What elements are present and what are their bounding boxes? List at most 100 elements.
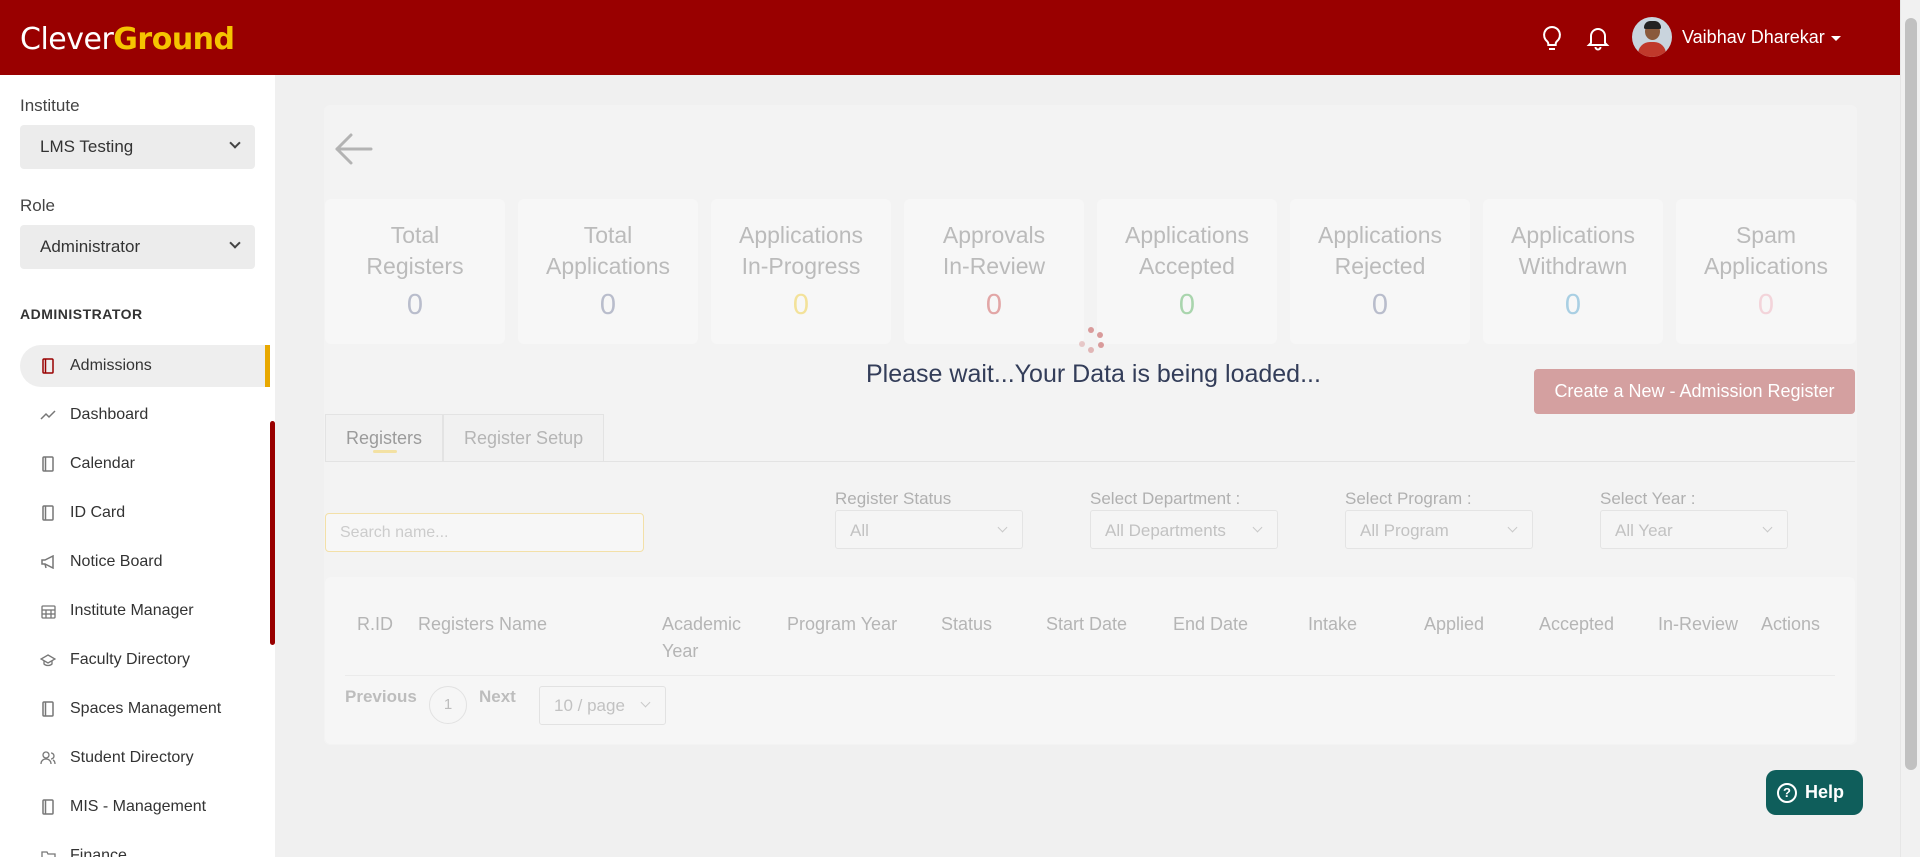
select-value: All Year — [1615, 521, 1673, 540]
tab-registers[interactable]: Registers — [325, 414, 444, 462]
sidebar-item-mis-management[interactable]: MIS - Management — [20, 786, 270, 828]
stat-title: In-Progress — [741, 253, 861, 279]
sidebar-item-finance[interactable]: Finance — [20, 835, 270, 857]
page-scrollbar[interactable] — [1900, 0, 1920, 857]
department-select[interactable]: All Departments — [1090, 510, 1278, 549]
avatar[interactable] — [1632, 17, 1672, 57]
sidebar-item-calendar[interactable]: Calendar — [20, 443, 270, 485]
select-value: 10 / page — [554, 696, 625, 715]
chevron-down-icon — [229, 137, 241, 149]
sidebar-item-id-card[interactable]: ID Card — [20, 492, 270, 534]
logo-text-clever: Clever — [20, 22, 114, 57]
column-header-applied[interactable]: Applied — [1424, 611, 1484, 638]
bell-icon[interactable] — [1584, 24, 1612, 52]
column-header-start-date[interactable]: Start Date — [1046, 611, 1127, 638]
stat-title: Withdrawn — [1518, 253, 1628, 279]
sidebar-item-label: Faculty Directory — [70, 651, 191, 668]
stat-value: 0 — [792, 289, 810, 321]
select-value: All Program — [1360, 521, 1449, 540]
pagination-next[interactable]: Next — [479, 687, 516, 707]
tab-register-setup[interactable]: Register Setup — [443, 414, 605, 462]
graduation-cap-icon — [40, 652, 56, 668]
sidebar-item-institute-manager[interactable]: Institute Manager — [20, 590, 270, 632]
user-menu[interactable]: Vaibhav Dharekar — [1632, 17, 1841, 57]
sidebar-item-faculty-directory[interactable]: Faculty Directory — [20, 639, 270, 681]
sidebar-item-student-directory[interactable]: Student Directory — [20, 737, 270, 779]
book-icon — [40, 701, 56, 717]
sidebar-item-label: Student Directory — [70, 749, 194, 766]
sidebar-item-admissions[interactable]: Admissions — [20, 345, 270, 387]
tab-label: Register Setup — [464, 428, 584, 448]
stat-card-applications-withdrawn: Applications Withdrawn 0 — [1483, 199, 1663, 344]
select-value: All — [850, 521, 869, 540]
filter-label-program: Select Program : — [1345, 489, 1472, 508]
tabs: Registers Register Setup — [325, 414, 605, 462]
stat-value: 0 — [1564, 289, 1582, 321]
help-button[interactable]: ? Help — [1766, 770, 1863, 815]
column-header-accepted[interactable]: Accepted — [1539, 611, 1614, 638]
register-status-select[interactable]: All — [835, 510, 1023, 549]
sidebar-scrollbar[interactable] — [270, 421, 275, 645]
year-select[interactable]: All Year — [1600, 510, 1788, 549]
filter-label-register-status: Register Status — [835, 489, 952, 508]
stat-card-total-applications: Total Applications 0 — [518, 199, 698, 344]
column-header-registers-name[interactable]: Registers Name — [418, 611, 547, 638]
stat-title: Accepted — [1139, 253, 1235, 279]
cleverground-logo[interactable]: CleverGround — [20, 22, 235, 57]
stat-title: Applications — [545, 253, 671, 279]
select-value: All Departments — [1105, 521, 1226, 540]
tab-active-indicator — [373, 450, 397, 453]
sidebar-item-notice-board[interactable]: Notice Board — [20, 541, 270, 583]
program-select[interactable]: All Program — [1345, 510, 1533, 549]
stat-value: 0 — [406, 289, 424, 321]
column-header-end-date[interactable]: End Date — [1173, 611, 1248, 638]
create-admission-register-button[interactable]: Create a New - Admission Register — [1534, 369, 1855, 414]
search-input[interactable] — [325, 513, 644, 552]
pagination-previous[interactable]: Previous — [345, 687, 417, 707]
chevron-down-icon — [1762, 522, 1773, 533]
column-header-rid[interactable]: R.ID — [357, 611, 393, 638]
stat-title: Total — [390, 222, 440, 248]
caret-down-icon[interactable] — [1830, 35, 1841, 41]
column-header-academic-year[interactable]: Academic Year — [662, 611, 752, 665]
stat-title: Applications — [1124, 222, 1250, 248]
logo-text-ground: Ground — [113, 22, 235, 57]
book-icon — [40, 456, 56, 472]
sidebar-item-label: Spaces Management — [70, 700, 222, 717]
pagination-page-1[interactable]: 1 — [429, 686, 467, 724]
sidebar-item-spaces-management[interactable]: Spaces Management — [20, 688, 270, 730]
stat-value: 0 — [1371, 289, 1389, 321]
page-size-select[interactable]: 10 / page — [539, 686, 666, 725]
stat-title: Spam — [1735, 222, 1797, 248]
column-header-in-review[interactable]: In-Review — [1658, 611, 1738, 638]
column-header-program-year[interactable]: Program Year — [787, 611, 897, 638]
stat-title: Applications — [1317, 222, 1443, 248]
filter-label-year: Select Year : — [1600, 489, 1696, 508]
book-icon — [40, 505, 56, 521]
book-icon — [40, 799, 56, 815]
users-icon — [40, 750, 56, 766]
back-arrow-icon[interactable] — [333, 131, 375, 167]
user-name[interactable]: Vaibhav Dharekar — [1682, 27, 1825, 48]
sidebar-item-label: Finance — [70, 847, 127, 857]
role-select[interactable]: Administrator — [20, 225, 255, 269]
stat-value: 0 — [985, 289, 1003, 321]
column-header-intake[interactable]: Intake — [1308, 611, 1357, 638]
column-header-actions[interactable]: Actions — [1761, 611, 1820, 638]
stat-title: In-Review — [942, 253, 1046, 279]
tabs-divider — [325, 461, 1855, 462]
stat-title: Applications — [738, 222, 864, 248]
scrollbar-thumb[interactable] — [1905, 18, 1917, 770]
sidebar-item-dashboard[interactable]: Dashboard — [20, 394, 270, 436]
stat-card-applications-accepted: Applications Accepted 0 — [1097, 199, 1277, 344]
lightbulb-icon[interactable] — [1538, 24, 1566, 52]
chevron-down-icon — [997, 522, 1008, 533]
help-label: Help — [1805, 782, 1845, 802]
stat-title: Applications — [1510, 222, 1636, 248]
calendar-grid-icon — [40, 603, 56, 619]
trend-icon — [40, 407, 56, 423]
sidebar-item-label: Institute Manager — [70, 602, 194, 619]
column-header-status[interactable]: Status — [941, 611, 992, 638]
institute-select[interactable]: LMS Testing — [20, 125, 255, 169]
sidebar-item-label: MIS - Management — [70, 798, 207, 815]
